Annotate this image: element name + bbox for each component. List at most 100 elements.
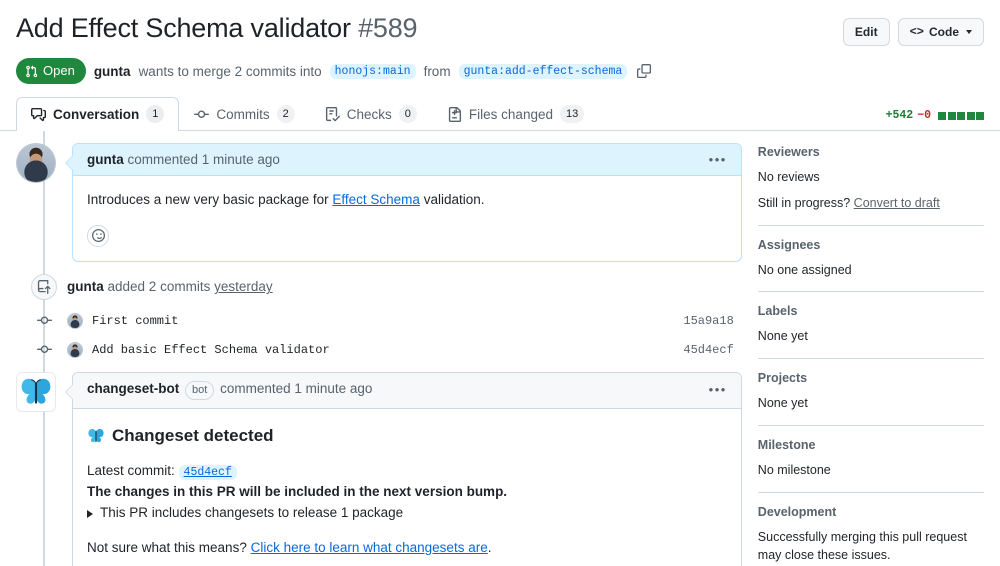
changesets-details-toggle[interactable]: This PR includes changesets to release 1… (87, 503, 727, 524)
commit-row: First commit 15a9a18 (16, 312, 742, 329)
checklist-icon (325, 106, 340, 121)
diff-blocks (938, 111, 984, 120)
changeset-heading: Changeset detected (87, 423, 727, 449)
repo-push-icon (31, 273, 57, 300)
status-badge: Open (16, 58, 86, 84)
comment-box: changeset-bot bot commented 1 minute ago… (65, 371, 742, 566)
comment-text-before: Introduces a new very basic package for (87, 192, 333, 207)
avatar[interactable] (67, 341, 83, 358)
comment-header: gunta commented 1 minute ago ••• (73, 144, 741, 176)
changesets-details-summary: This PR includes changesets to release 1… (100, 505, 404, 521)
pull-request-page: Add Effect Schema validator #589 Edit <>… (0, 0, 1000, 566)
git-commit-dot-icon (31, 313, 57, 328)
sidebar-section-title[interactable]: Labels (758, 304, 984, 318)
commit-message[interactable]: First commit (92, 314, 683, 328)
timeline-comment: gunta commented 1 minute ago ••• Introdu… (16, 143, 742, 262)
add-reaction-button[interactable] (87, 224, 109, 247)
comment-author[interactable]: gunta (87, 152, 124, 167)
bot-badge: bot (185, 380, 215, 400)
pr-header: Add Effect Schema validator #589 Edit <>… (0, 0, 1000, 84)
tab-checks[interactable]: Checks 0 (310, 97, 432, 131)
commit-sha[interactable]: 45d4ecf (683, 343, 741, 357)
comment-menu-button[interactable]: ••• (709, 153, 727, 166)
labels-status: None yet (757, 329, 808, 344)
avatar[interactable] (67, 312, 83, 329)
convert-to-draft-link[interactable]: Convert to draft (854, 196, 940, 210)
page-body: gunta commented 1 minute ago ••• Introdu… (0, 131, 1000, 566)
tab-commits[interactable]: Commits 2 (179, 97, 309, 131)
timeline-column: gunta commented 1 minute ago ••• Introdu… (16, 131, 742, 566)
title-row: Add Effect Schema validator #589 Edit <>… (16, 12, 984, 46)
sidebar-section-title[interactable]: Milestone (758, 438, 984, 452)
code-button-label: Code (929, 25, 959, 39)
tab-count: 1 (146, 105, 165, 123)
merge-text-1: wants to merge 2 commits into (138, 63, 322, 79)
sidebar-section-labels: Labels None yet (757, 304, 984, 359)
tab-files-changed[interactable]: Files changed 13 (432, 97, 599, 131)
comment-author[interactable]: changeset-bot (87, 381, 179, 396)
latest-commit-label: Latest commit: (87, 463, 175, 479)
milestone-status: No milestone (757, 462, 831, 477)
pr-title-text: Add Effect Schema validator (16, 13, 351, 43)
commit-row: Add basic Effect Schema validator 45d4ec… (16, 341, 742, 358)
copy-icon[interactable] (637, 64, 652, 78)
base-branch-chip[interactable]: honojs:main (329, 63, 416, 79)
comment-meta: gunta commented 1 minute ago (87, 152, 280, 167)
status-badge-label: Open (43, 63, 75, 78)
comment-body: Introduces a new very basic package for … (73, 176, 741, 261)
comment-body: Changeset detected Latest commit: 45d4ec… (73, 409, 741, 566)
sidebar-section-development: Development Successfully merging this pu… (758, 505, 984, 566)
timeline-bot-comment: changeset-bot bot commented 1 minute ago… (16, 371, 742, 566)
changesets-footer-after: . (487, 540, 492, 556)
sidebar-section-title[interactable]: Reviewers (758, 145, 984, 159)
comment-box: gunta commented 1 minute ago ••• Introdu… (65, 143, 742, 262)
smiley-icon (91, 229, 105, 243)
development-description: Successfully merging this pull request m… (757, 529, 967, 563)
head-branch-chip[interactable]: gunta:add-effect-schema (458, 63, 628, 79)
chevron-down-icon (966, 30, 972, 34)
file-diff-icon (448, 106, 461, 122)
commit-message[interactable]: Add basic Effect Schema validator (92, 343, 683, 357)
diff-additions: +542 (885, 109, 914, 122)
sidebar-section-projects: Projects None yet (757, 371, 984, 426)
git-commit-icon (194, 110, 210, 118)
commits-event-label: added 2 commits (107, 279, 211, 295)
effect-schema-link[interactable]: Effect Schema (332, 192, 420, 207)
header-actions: Edit <> Code (842, 12, 984, 46)
commit-sha[interactable]: 15a9a18 (683, 314, 741, 328)
learn-changesets-link[interactable]: Click here to learn what changesets are (251, 540, 488, 555)
sidebar-section-title[interactable]: Development (758, 505, 984, 519)
projects-status: None yet (757, 396, 808, 410)
timeline-commits-event: gunta added 2 commits yesterday (16, 273, 742, 300)
tab-label: Files changed (468, 106, 553, 122)
avatar[interactable] (16, 143, 56, 183)
diff-stat: +542 −0 (886, 109, 984, 122)
commits-event-text: gunta added 2 commits yesterday (67, 279, 273, 294)
commits-event-time[interactable]: yesterday (214, 279, 273, 294)
version-bump-note: The changes in this PR will be included … (87, 484, 508, 500)
tab-conversation[interactable]: Conversation 1 (16, 97, 180, 131)
tab-label: Checks (346, 106, 392, 122)
code-brackets-icon: <> (909, 25, 924, 39)
tab-count: 2 (276, 105, 295, 123)
merge-text-2: from (423, 63, 451, 79)
pr-author[interactable]: gunta (94, 64, 131, 79)
latest-commit-sha-link[interactable]: 45d4ecf (178, 465, 237, 481)
tab-label: Conversation (53, 106, 140, 122)
triangle-right-icon (87, 509, 93, 518)
reviewers-status: No reviews (757, 170, 820, 184)
edit-button[interactable]: Edit (842, 18, 890, 46)
git-pull-request-icon (26, 64, 38, 77)
commits-event-author[interactable]: gunta (67, 279, 104, 294)
avatar[interactable] (16, 371, 56, 412)
sidebar-section-assignees: Assignees No one assigned (757, 238, 984, 293)
comment-menu-button[interactable]: ••• (709, 383, 727, 396)
sidebar-section-title[interactable]: Projects (758, 371, 984, 385)
sidebar-section-title[interactable]: Assignees (758, 238, 984, 252)
code-button[interactable]: <> Code (897, 18, 984, 46)
changeset-heading-text: Changeset detected (112, 425, 274, 445)
tab-count: 13 (559, 105, 585, 123)
tab-count: 0 (398, 105, 417, 123)
tab-label: Commits (216, 106, 270, 122)
sidebar-section-milestone: Milestone No milestone (757, 438, 984, 493)
